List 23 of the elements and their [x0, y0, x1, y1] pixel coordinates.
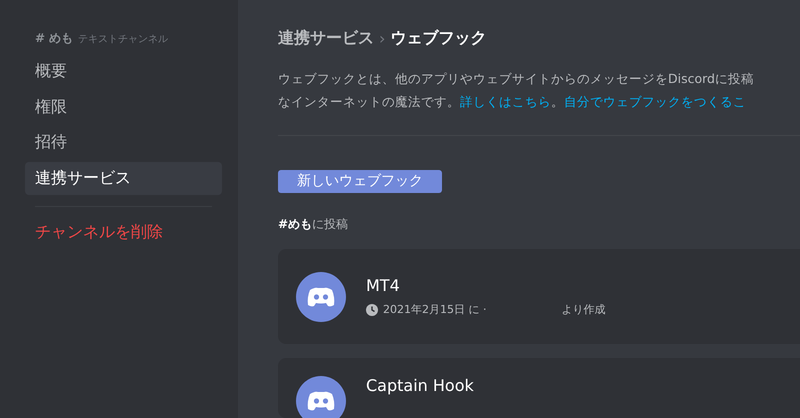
created-by-text: より作成: [561, 302, 606, 317]
delete-channel-item[interactable]: チャンネルを削除: [25, 216, 222, 248]
channel-name: # めも: [35, 30, 74, 47]
breadcrumb-link[interactable]: 連携サービス: [278, 28, 374, 49]
description-text: ウェブフックとは、他のアプリやウェブサイトからのメッセージをDiscordに投稿 なインターネットの魔法です。詳しくはこちら。自分でウェブフックをつくるこ: [278, 70, 755, 111]
learn-more-link[interactable]: 詳しくはこちら: [460, 94, 551, 109]
sidebar-item[interactable]: 権限: [25, 90, 222, 124]
webhook-card[interactable]: MT4 2021年2月15日 に · より作成: [278, 249, 800, 344]
clock-icon: [366, 304, 378, 316]
create-webhook-link[interactable]: 自分でウェブフックをつくるこ: [564, 94, 746, 109]
channel-category: テキストチャンネル: [78, 33, 168, 46]
webhook-name: MT4: [366, 276, 401, 295]
sidebar-item[interactable]: 連携サービス: [25, 162, 222, 194]
controller-face-icon: [296, 376, 346, 418]
controller-face-icon: [296, 272, 346, 322]
page-title: ウェブフック: [390, 28, 486, 49]
webhook-card[interactable]: Captain Hook: [278, 358, 800, 418]
created-date: 2021年2月15日 に ·: [383, 302, 486, 317]
sidebar-item[interactable]: 招待: [25, 126, 222, 159]
post-channel-label: #めもに投稿: [278, 216, 350, 233]
breadcrumb-separator: ›: [379, 29, 386, 48]
webhook-name: Captain Hook: [366, 376, 474, 395]
sidebar-item[interactable]: 概要: [25, 55, 222, 88]
